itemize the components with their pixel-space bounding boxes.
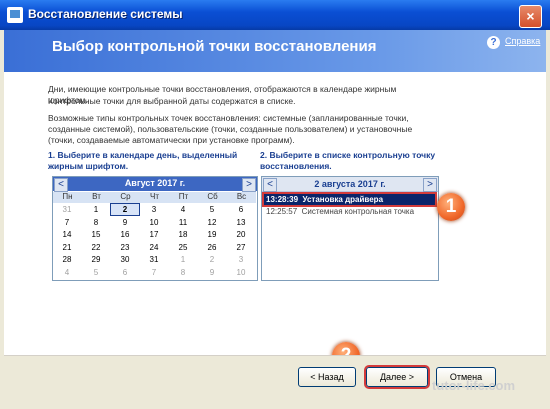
calendar-day[interactable]: 21 [53,242,81,253]
calendar-day[interactable]: 23 [111,242,139,253]
calendar-day[interactable]: 10 [140,217,168,228]
calendar-day[interactable]: 31 [53,204,81,215]
restore-point-time: 12:25:57 [266,207,298,216]
system-restore-window: Восстановление системы × Выбор контрольн… [0,0,550,409]
restore-point-time: 13:28:39 [266,195,299,204]
calendar-day[interactable]: 2 [198,254,226,265]
calendar-day[interactable]: 1 [169,254,197,265]
calendar-header: < Август 2017 г. > [53,177,257,192]
calendar: < Август 2017 г. > Пн Вт Ср Чт Пт Сб Вс 31 1 2 3 4… [52,176,258,281]
calendar-day[interactable]: 4 [169,204,197,215]
calendar-day[interactable]: 28 [53,254,81,265]
intro-line-2: Контрольные точки для выбранной даты сод… [48,96,296,106]
list-next-button[interactable]: > [423,178,437,192]
restore-point-item[interactable]: 12:25:57 Системная контрольная точка [264,206,435,217]
calendar-day[interactable]: 2 [110,203,140,216]
calendar-day[interactable]: 3 [227,254,255,265]
restore-point-item-selected[interactable]: 13:28:39 Установка драйвера [262,192,437,207]
calendar-day[interactable]: 26 [198,242,226,253]
page-header: Выбор контрольной точки восстановления ?… [4,30,546,72]
calendar-weekday: Сб [198,192,227,203]
calendar-day[interactable]: 18 [169,229,197,240]
window-title: Восстановление системы [28,7,183,21]
calendar-day[interactable]: 15 [82,229,110,240]
restore-point-desc: Установка драйвера [302,195,384,204]
calendar-weekday: Ср [111,192,140,203]
list-header: < 2 августа 2017 г. > [262,177,438,192]
calendar-day[interactable]: 30 [111,254,139,265]
watermark: tutor-life.com [432,378,516,393]
calendar-day[interactable]: 17 [140,229,168,240]
calendar-next-button[interactable]: > [242,178,256,192]
next-button[interactable]: Далее > [364,365,430,389]
calendar-day[interactable]: 7 [140,267,168,278]
title-bar: Восстановление системы × [0,0,550,30]
calendar-day[interactable]: 25 [169,242,197,253]
calendar-day[interactable]: 1 [82,204,110,215]
restore-types-text: Возможные типы контрольных точек восстан… [48,113,413,145]
calendar-weekday: Вт [82,192,111,203]
help-link[interactable]: Справка [505,36,540,46]
calendar-day[interactable]: 3 [140,204,168,215]
help-icon[interactable]: ? [487,36,500,49]
calendar-weekday: Пт [169,192,198,203]
calendar-day[interactable]: 14 [53,229,81,240]
calendar-day[interactable]: 19 [198,229,226,240]
calendar-weekday: Чт [140,192,169,203]
calendar-day[interactable]: 12 [198,217,226,228]
page-title: Выбор контрольной точки восстановления [52,38,377,55]
calendar-weekday: Вс [227,192,256,203]
calendar-day[interactable]: 22 [82,242,110,253]
restore-point-list: < 2 августа 2017 г. > 13:28:39 Установка… [261,176,439,281]
calendar-day[interactable]: 31 [140,254,168,265]
calendar-month-title: Август 2017 г. [124,178,186,188]
calendar-day[interactable]: 24 [140,242,168,253]
calendar-day[interactable]: 6 [111,267,139,278]
close-button[interactable]: × [519,5,542,28]
calendar-day[interactable]: 8 [82,217,110,228]
calendar-day[interactable]: 9 [198,267,226,278]
calendar-day[interactable]: 6 [227,204,255,215]
calendar-day[interactable]: 13 [227,217,255,228]
calendar-day[interactable]: 20 [227,229,255,240]
step-2-label: 2. Выберите в списке контрольную точку в… [260,150,436,171]
restore-point-desc: Системная контрольная точка [301,207,415,216]
calendar-day[interactable]: 10 [227,267,255,278]
calendar-day[interactable]: 8 [169,267,197,278]
content-area: Дни, имеющие контрольные точки восстанов… [4,72,546,400]
calendar-day[interactable]: 16 [111,229,139,240]
calendar-day[interactable]: 29 [82,254,110,265]
system-restore-icon [7,7,23,23]
calendar-day[interactable]: 9 [111,217,139,228]
calendar-day[interactable]: 5 [198,204,226,215]
calendar-day[interactable]: 27 [227,242,255,253]
calendar-day[interactable]: 7 [53,217,81,228]
step-1-label: 1. Выберите в календаре день, выделенный… [48,150,238,171]
calendar-day[interactable]: 5 [82,267,110,278]
calendar-weekday: Пн [53,192,82,203]
calendar-day[interactable]: 4 [53,267,81,278]
back-button[interactable]: < Назад [298,367,356,387]
calendar-day[interactable]: 11 [169,217,197,228]
list-date-title: 2 августа 2017 г. [314,179,386,189]
annotation-marker-1: 1 [437,193,465,221]
